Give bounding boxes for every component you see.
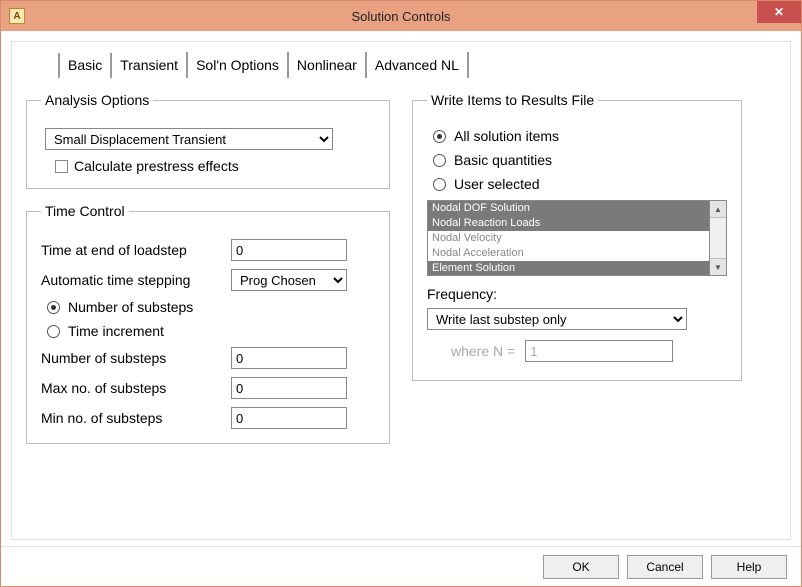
max-substeps-label: Max no. of substeps [41,380,231,396]
time-end-label: Time at end of loadstep [41,242,231,258]
analysis-options-group: Analysis Options Small Displacement Tran… [26,92,390,189]
time-end-input[interactable] [231,239,347,261]
tab-bar: Basic Transient Sol'n Options Nonlinear … [26,52,776,78]
prestress-checkbox-row[interactable]: Calculate prestress effects [55,158,375,174]
substeps-radio-row[interactable]: Number of substeps [47,299,375,315]
basic-qty-radio-row[interactable]: Basic quantities [433,152,727,168]
frequency-select[interactable]: Write last substep only [427,308,687,330]
scroll-down-icon[interactable]: ▼ [710,258,726,275]
tab-transient[interactable]: Transient [112,52,188,78]
scroll-up-icon[interactable]: ▲ [710,201,726,218]
increment-radio[interactable] [47,325,60,338]
analysis-options-legend: Analysis Options [41,92,153,108]
ats-label: Automatic time stepping [41,272,231,288]
basic-qty-label: Basic quantities [454,152,552,168]
cancel-button[interactable]: Cancel [627,555,703,579]
max-substeps-input[interactable] [231,377,347,399]
ok-button[interactable]: OK [543,555,619,579]
items-listbox[interactable]: Nodal DOF Solution Nodal Reaction Loads … [427,200,710,276]
num-substeps-label: Number of substeps [41,350,231,366]
write-items-group: Write Items to Results File All solution… [412,92,742,381]
close-button[interactable]: ✕ [757,1,801,23]
where-n-input [525,340,673,362]
user-selected-label: User selected [454,176,540,192]
increment-radio-row[interactable]: Time increment [47,323,375,339]
list-item[interactable]: Nodal Velocity [428,231,709,246]
list-item[interactable]: Nodal DOF Solution [428,201,709,216]
content-area: Analysis Options Small Displacement Tran… [26,92,776,458]
increment-radio-label: Time increment [68,323,164,339]
where-n-row: where N = [451,340,727,362]
list-item[interactable]: Element Solution [428,261,709,276]
write-items-legend: Write Items to Results File [427,92,598,108]
basic-qty-radio[interactable] [433,154,446,167]
tab-advanced-nl[interactable]: Advanced NL [367,52,469,78]
dialog-body: Basic Transient Sol'n Options Nonlinear … [11,41,791,540]
all-items-label: All solution items [454,128,559,144]
analysis-type-select[interactable]: Small Displacement Transient [45,128,333,150]
frequency-label: Frequency: [427,286,727,302]
dialog-footer: OK Cancel Help [1,546,801,586]
tab-basic[interactable]: Basic [58,53,112,79]
tab-nonlinear[interactable]: Nonlinear [289,52,367,78]
min-substeps-label: Min no. of substeps [41,410,231,426]
substeps-radio[interactable] [47,301,60,314]
list-item[interactable]: Nodal Reaction Loads [428,216,709,231]
time-control-group: Time Control Time at end of loadstep Aut… [26,203,390,444]
time-control-legend: Time Control [41,203,129,219]
prestress-label: Calculate prestress effects [74,158,239,174]
left-column: Analysis Options Small Displacement Tran… [26,92,390,458]
num-substeps-input[interactable] [231,347,347,369]
prestress-checkbox[interactable] [55,160,68,173]
substeps-radio-label: Number of substeps [68,299,193,315]
where-n-label: where N = [451,343,515,359]
tab-soln-options[interactable]: Sol'n Options [188,52,289,78]
items-listbox-wrap: Nodal DOF Solution Nodal Reaction Loads … [427,200,727,276]
all-items-radio[interactable] [433,130,446,143]
all-items-radio-row[interactable]: All solution items [433,128,727,144]
min-substeps-input[interactable] [231,407,347,429]
ats-select[interactable]: Prog Chosen [231,269,347,291]
close-icon: ✕ [774,5,784,19]
dialog-window: A Solution Controls ✕ Basic Transient So… [0,0,802,587]
list-item[interactable]: Nodal Acceleration [428,246,709,261]
user-selected-radio-row[interactable]: User selected [433,176,727,192]
help-button[interactable]: Help [711,555,787,579]
right-column: Write Items to Results File All solution… [412,92,742,458]
window-title: Solution Controls [1,9,801,24]
titlebar: A Solution Controls ✕ [1,1,801,31]
user-selected-radio[interactable] [433,178,446,191]
listbox-scrollbar[interactable]: ▲ ▼ [710,200,727,276]
